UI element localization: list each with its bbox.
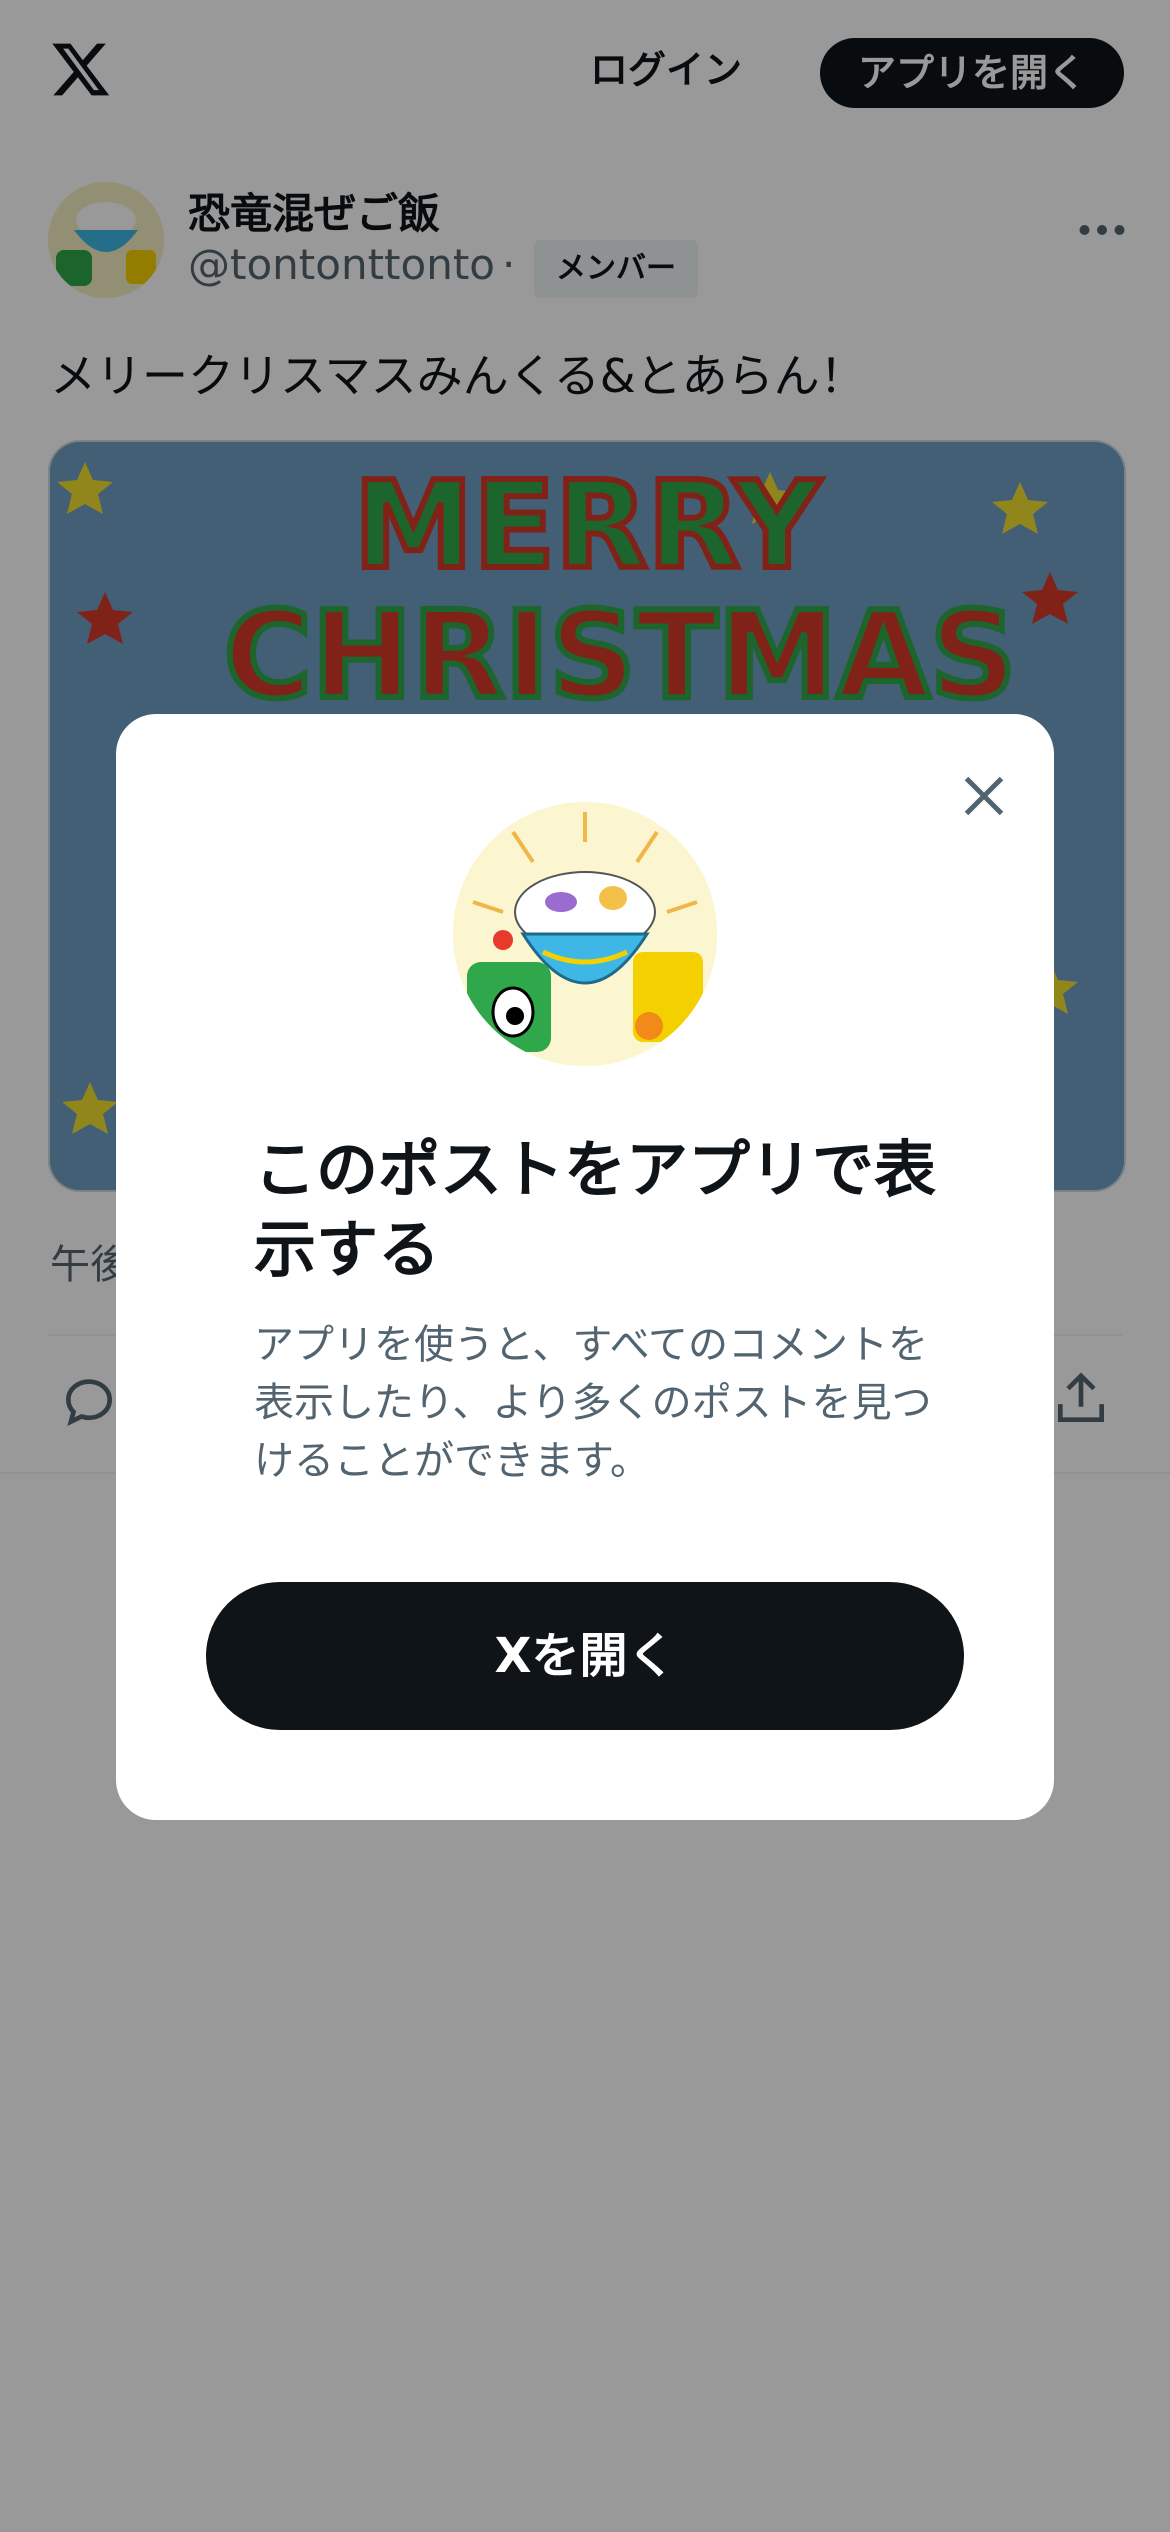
modal-avatar	[453, 802, 717, 1066]
open-x-button[interactable]: Xを開く	[206, 1582, 964, 1730]
close-icon[interactable]	[954, 766, 1014, 826]
open-in-app-modal: このポストをアプリで表示する アプリを使うと、すべてのコメントを表示したり、より…	[116, 714, 1054, 1820]
modal-description: アプリを使うと、すべてのコメントを表示したり、より多くのポストを見つけることがで…	[254, 1322, 932, 1484]
modal-title: このポストをアプリで表示する	[254, 1133, 937, 1286]
